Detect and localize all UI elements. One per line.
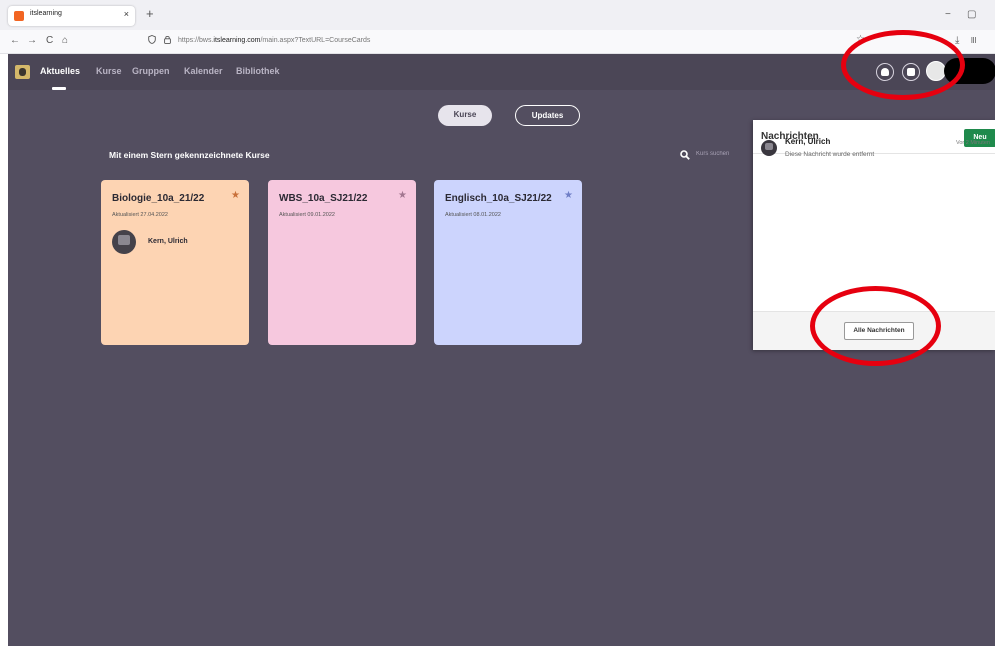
minimize-icon[interactable]: −: [945, 9, 951, 20]
message-sender: Kern, Ulrich: [785, 137, 831, 146]
nav-item-kalender[interactable]: Kalender: [184, 66, 223, 76]
bell-icon: [881, 68, 889, 76]
library-icon[interactable]: lll: [971, 36, 976, 45]
browser-tab-strip: itslearning × + − ▢: [0, 0, 995, 30]
course-card-biologie[interactable]: Biologie_10a_21/22 ★ Aktualisiert 27.04.…: [101, 180, 249, 345]
messages-panel: Nachrichten Neu Kern, Ulrich Diese Nachr…: [753, 120, 995, 350]
address-bar[interactable]: https://bws.itslearning.com/main.aspx?Te…: [140, 33, 820, 51]
new-tab-icon[interactable]: +: [146, 6, 154, 21]
course-card-title[interactable]: Biologie_10a_21/22: [112, 193, 204, 204]
browser-toolbar: ← → C ⌂ https://bws.itslearning.com/main…: [0, 30, 995, 54]
user-avatar[interactable]: [926, 61, 946, 81]
downloads-icon[interactable]: ⤓: [955, 35, 959, 46]
toggle-updates-button[interactable]: Updates: [515, 105, 580, 126]
toggle-kurse-button[interactable]: Kurse: [438, 105, 492, 126]
course-card-wbs[interactable]: WBS_10a_SJ21/22 ★ Aktualisiert 09.01.202…: [268, 180, 416, 345]
itslearning-favicon-icon: [14, 11, 24, 21]
favorite-star-icon[interactable]: ★: [564, 190, 573, 201]
message-list-item[interactable]: Kern, Ulrich Diese Nachricht wurde entfe…: [753, 120, 995, 180]
back-icon[interactable]: ←: [10, 35, 20, 46]
url-prefix: https://bws.: [178, 37, 214, 44]
forward-icon[interactable]: →: [27, 35, 37, 46]
bookmark-star-icon[interactable]: ☆: [856, 34, 865, 45]
nav-item-bibliothek[interactable]: Bibliothek: [236, 66, 280, 76]
teacher-name: Kern, Ulrich: [148, 238, 188, 245]
url-domain: itslearning.com: [213, 37, 261, 44]
course-card-updated: Aktualisiert 27.04.2022: [112, 212, 168, 218]
nav-item-kurse[interactable]: Kurse: [96, 66, 122, 76]
messages-panel-footer: Alle Nachrichten: [753, 311, 995, 350]
message-time: Vor 2 Minuten: [956, 140, 990, 146]
app-header: Aktuelles Kurse Gruppen Kalender Bibliot…: [8, 54, 995, 90]
screen: itslearning × + − ▢ ← → C ⌂ https://bws.…: [0, 0, 995, 646]
maximize-icon[interactable]: ▢: [967, 9, 976, 20]
course-card-title[interactable]: Englisch_10a_SJ21/22: [445, 193, 552, 204]
search-icon[interactable]: [680, 150, 690, 160]
course-search-input[interactable]: [696, 147, 752, 161]
course-card-updated: Aktualisiert 08.01.2022: [445, 212, 501, 218]
message-preview: Diese Nachricht wurde entfernt: [785, 151, 875, 158]
browser-tab[interactable]: itslearning ×: [8, 6, 135, 26]
messages-button[interactable]: [902, 63, 920, 81]
nav-item-gruppen[interactable]: Gruppen: [132, 66, 170, 76]
favorite-star-icon[interactable]: ★: [231, 190, 240, 201]
favorite-star-icon[interactable]: ★: [398, 190, 407, 201]
tab-close-icon[interactable]: ×: [124, 9, 129, 19]
tab-title: itslearning: [30, 10, 62, 17]
url-text[interactable]: https://bws.itslearning.com/main.aspx?Te…: [178, 37, 370, 44]
course-card-title[interactable]: WBS_10a_SJ21/22: [279, 193, 367, 204]
reload-icon[interactable]: C: [46, 35, 53, 46]
course-card-updated: Aktualisiert 09.01.2022: [279, 212, 335, 218]
teacher-avatar: [112, 230, 136, 254]
redacted-name-block: [944, 58, 995, 84]
shield-icon[interactable]: [148, 35, 156, 46]
chat-icon: [907, 68, 915, 76]
course-card-englisch[interactable]: Englisch_10a_SJ21/22 ★ Aktualisiert 08.0…: [434, 180, 582, 345]
home-icon[interactable]: ⌂: [62, 35, 68, 46]
section-title: Mit einem Stern gekennzeichnete Kurse: [109, 150, 270, 160]
url-path: /main.aspx?TextURL=CourseCards: [260, 37, 371, 44]
nav-item-aktuelles[interactable]: Aktuelles: [40, 66, 80, 76]
notifications-button[interactable]: [876, 63, 894, 81]
school-logo-icon[interactable]: [15, 65, 30, 79]
lock-icon[interactable]: [164, 35, 171, 46]
sender-avatar: [761, 140, 777, 156]
all-messages-button[interactable]: Alle Nachrichten: [844, 322, 914, 340]
